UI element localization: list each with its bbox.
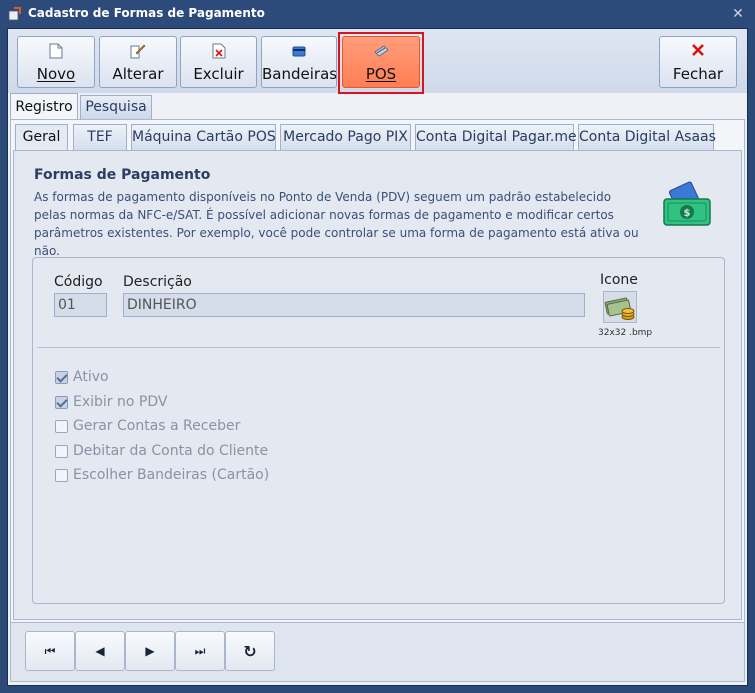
delete-button-label: Excluir (193, 65, 244, 83)
descricao-field[interactable]: DINHEIRO (123, 293, 585, 317)
checkbox-exibir-pdv-box[interactable] (55, 395, 68, 409)
tab-mercado-pago-pix[interactable]: Mercado Pago PIX (280, 124, 411, 150)
main-tabs: Registro Pesquisa (8, 93, 747, 119)
new-button-label: Novo (36, 65, 76, 83)
app-icon (8, 7, 21, 21)
next-record-button[interactable]: ▶ (125, 631, 175, 671)
payment-money-icon: $ (663, 181, 711, 226)
form-group: Código 01 Descrição DINHEIRO Icone 32x32… (32, 257, 725, 604)
window-close-icon[interactable]: ✕ (728, 4, 748, 24)
icone-picker[interactable] (603, 291, 637, 323)
checkbox-gerar-contas-label: Gerar Contas a Receber (73, 418, 241, 434)
pos-highlight-outline (338, 32, 424, 94)
record-navigator: ⏮ ◀ ▶ ⏭ ↻ (10, 622, 745, 682)
refresh-icon: ↻ (243, 641, 257, 661)
bandeiras-button[interactable]: Bandeiras (261, 36, 337, 88)
delete-button[interactable]: Excluir (180, 36, 257, 88)
tab-tef[interactable]: TEF (73, 124, 127, 150)
new-document-icon (49, 43, 63, 59)
edit-button[interactable]: Alterar (99, 36, 177, 88)
first-record-icon: ⏮ (44, 643, 56, 658)
tab-conta-digital-asaas[interactable]: Conta Digital Asaas (578, 124, 716, 150)
checkbox-debitar-conta-label: Debitar da Conta do Cliente (73, 443, 269, 459)
close-button-label: Fechar (672, 65, 724, 83)
section-title: Formas de Pagamento (34, 167, 211, 183)
card-icon (292, 46, 306, 57)
last-record-icon: ⏭ (194, 643, 206, 658)
delete-document-icon (212, 43, 225, 59)
checkbox-ativo-label: Ativo (73, 369, 109, 385)
new-button[interactable]: Novo (17, 36, 95, 88)
icone-label: Icone (600, 272, 638, 288)
last-record-button[interactable]: ⏭ (175, 631, 225, 671)
checkbox-debitar-conta[interactable]: Debitar da Conta do Cliente (55, 442, 268, 460)
refresh-button[interactable]: ↻ (225, 631, 275, 671)
money-coins-icon (604, 297, 635, 320)
checkbox-ativo[interactable]: Ativo (55, 368, 109, 386)
client-area: Novo Alterar Excluir Bandeiras POS Fecha… (7, 28, 748, 686)
title-bar: Cadastro de Formas de Pagamento ✕ (0, 0, 755, 28)
edit-button-label: Alterar (112, 65, 164, 83)
section-description: As formas de pagamento disponíveis no Po… (34, 190, 639, 258)
descricao-label: Descrição (123, 274, 192, 290)
checkbox-ativo-box[interactable] (55, 370, 68, 384)
checkbox-escolher-bandeiras-label: Escolher Bandeiras (Cartão) (73, 467, 270, 483)
tab-pesquisa[interactable]: Pesquisa (80, 95, 152, 119)
checkbox-escolher-bandeiras[interactable]: Escolher Bandeiras (Cartão) (55, 466, 269, 484)
prev-record-button[interactable]: ◀ (75, 631, 125, 671)
codigo-label: Código (54, 274, 103, 290)
next-record-icon: ▶ (145, 644, 155, 658)
registro-page: Geral TEF Máquina Cartão POS Mercado Pag… (10, 119, 745, 623)
tab-conta-digital-pagarme[interactable]: Conta Digital Pagar.me (415, 124, 577, 150)
checkbox-exibir-pdv[interactable]: Exibir no PDV (55, 393, 167, 411)
window-title: Cadastro de Formas de Pagamento (28, 6, 265, 20)
prev-record-icon: ◀ (95, 644, 105, 658)
bandeiras-button-label: Bandeiras (262, 65, 338, 83)
sub-tabs: Geral TEF Máquina Cartão POS Mercado Pag… (15, 124, 735, 150)
edit-document-icon (130, 44, 146, 59)
checkbox-gerar-contas[interactable]: Gerar Contas a Receber (55, 417, 240, 435)
close-button[interactable]: Fechar (659, 36, 737, 88)
checkbox-gerar-contas-box[interactable] (55, 419, 68, 433)
checkbox-escolher-bandeiras-box[interactable] (55, 468, 68, 482)
svg-text:$: $ (684, 208, 691, 219)
close-x-icon (692, 44, 704, 56)
checkbox-debitar-conta-box[interactable] (55, 444, 68, 458)
toolbar: Novo Alterar Excluir Bandeiras POS Fecha… (8, 29, 747, 94)
divider (37, 347, 720, 348)
tab-geral[interactable]: Geral (15, 124, 68, 150)
icone-caption: 32x32 .bmp (598, 328, 653, 338)
checkbox-exibir-pdv-label: Exibir no PDV (73, 394, 168, 410)
tab-registro[interactable]: Registro (10, 93, 78, 119)
codigo-field[interactable]: 01 (54, 293, 107, 317)
geral-page: Formas de Pagamento As formas de pagamen… (13, 150, 742, 620)
first-record-button[interactable]: ⏮ (25, 631, 75, 671)
tab-maquina-cartao-pos[interactable]: Máquina Cartão POS (131, 124, 276, 150)
app-window: Cadastro de Formas de Pagamento ✕ Novo A… (0, 0, 755, 693)
